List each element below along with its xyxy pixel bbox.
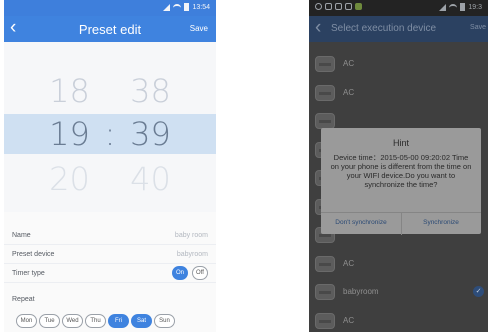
device-name: babyroom <box>343 287 379 296</box>
selected-minute[interactable]: 39 <box>130 114 190 154</box>
hour-option[interactable]: 18 <box>30 72 90 110</box>
message-icon <box>335 3 342 10</box>
field-label: Preset device <box>12 251 55 258</box>
day-thu-button[interactable]: Thu <box>85 314 106 328</box>
timer-off-button[interactable]: Off <box>192 266 208 280</box>
ac-device-icon <box>315 56 335 72</box>
preset-device-field[interactable]: Preset device babyroom <box>4 245 216 264</box>
save-button[interactable]: Save <box>470 24 486 31</box>
save-button[interactable]: Save <box>190 24 208 33</box>
picker-row-next[interactable]: 20 40 <box>4 160 216 200</box>
ac-device-icon <box>315 84 335 101</box>
device-item[interactable]: AC <box>309 250 488 279</box>
device-item[interactable]: AC <box>309 79 488 108</box>
dialog-title: Hint <box>392 138 409 148</box>
day-wed-button[interactable]: Wed <box>62 314 83 328</box>
ac-device-icon <box>315 113 335 129</box>
selected-hour[interactable]: 19 <box>30 114 90 154</box>
day-fri-button[interactable]: Fri <box>108 314 129 328</box>
header-bar: ‹ Select execution device Save <box>309 16 488 42</box>
preset-fields: Name baby room Preset device babyroom Ti… <box>4 226 216 283</box>
battery-icon <box>184 3 190 11</box>
ac-device-icon <box>315 284 335 300</box>
back-button[interactable]: ‹ <box>315 18 321 38</box>
picker-row-selected[interactable]: 19 : 39 <box>4 114 216 154</box>
minute-option[interactable]: 38 <box>130 72 190 110</box>
battery-icon <box>460 3 466 11</box>
status-bar: 13:54 <box>4 0 216 16</box>
wifi-icon <box>449 4 458 10</box>
screenshot-icon <box>345 3 352 10</box>
header-bar: ‹ Preset edit Save <box>4 16 216 42</box>
day-sun-button[interactable]: Sun <box>154 314 175 328</box>
ac-device-icon <box>315 312 335 329</box>
time-picker[interactable]: 18 38 19 : 39 20 40 <box>4 42 216 212</box>
dont-synchronize-button[interactable]: Don't synchronize <box>321 219 401 226</box>
field-value[interactable]: baby room <box>175 232 208 239</box>
device-name: AC <box>343 258 355 268</box>
day-tue-button[interactable]: Tue <box>39 314 60 328</box>
device-name: AC <box>343 87 355 97</box>
day-mon-button[interactable]: Mon <box>16 314 37 328</box>
status-time: 19:3 <box>468 3 482 11</box>
hint-dialog: Hint Device time：2015-05-00 09:20:02 Tim… <box>321 128 481 235</box>
alarm-icon <box>315 3 322 10</box>
wifi-icon <box>173 4 182 10</box>
picker-row-previous[interactable]: 18 38 <box>4 72 216 110</box>
device-name: AC <box>343 59 355 68</box>
synchronize-button[interactable]: Synchronize <box>401 219 481 226</box>
field-label: Name <box>12 232 31 239</box>
status-time: 13:54 <box>192 3 210 11</box>
ac-device-icon <box>315 255 335 272</box>
repeat-label: Repeat <box>12 296 35 303</box>
page-title: Select execution device <box>331 23 437 34</box>
timer-type-row: Timer type On Off <box>4 264 216 283</box>
time-separator: : <box>104 115 116 153</box>
device-item[interactable]: AC <box>309 50 488 79</box>
app-icon <box>355 3 362 10</box>
page-title: Preset edit <box>78 22 142 37</box>
device-item[interactable]: babyroom ✓ <box>309 278 488 307</box>
dialog-buttons: Don't synchronize Synchronize <box>321 212 481 235</box>
device-name: AC <box>343 315 355 325</box>
signal-icon <box>439 3 447 11</box>
status-bar: 19:3 <box>309 0 488 16</box>
name-field[interactable]: Name baby room <box>4 226 216 245</box>
repeat-days: Mon Tue Wed Thu Fri Sat Sun <box>16 314 175 328</box>
field-value[interactable]: babyroom <box>177 251 208 258</box>
signal-icon <box>163 3 171 11</box>
day-sat-button[interactable]: Sat <box>131 314 152 328</box>
checkmark-icon[interactable]: ✓ <box>473 286 484 297</box>
preset-edit-screen: 13:54 ‹ Preset edit Save 18 38 19 : 39 2… <box>4 0 216 332</box>
hour-option[interactable]: 20 <box>30 160 90 198</box>
select-device-screen: 19:3 ‹ Select execution device Save AC A… <box>309 0 488 332</box>
timer-on-button[interactable]: On <box>172 266 188 280</box>
usb-icon <box>325 3 332 10</box>
dialog-message: Device time：2015-05-00 09:20:02 Time on … <box>330 153 472 189</box>
device-item[interactable]: AC <box>309 307 488 332</box>
timer-type-label: Timer type <box>12 270 45 277</box>
minute-option[interactable]: 40 <box>130 160 190 198</box>
